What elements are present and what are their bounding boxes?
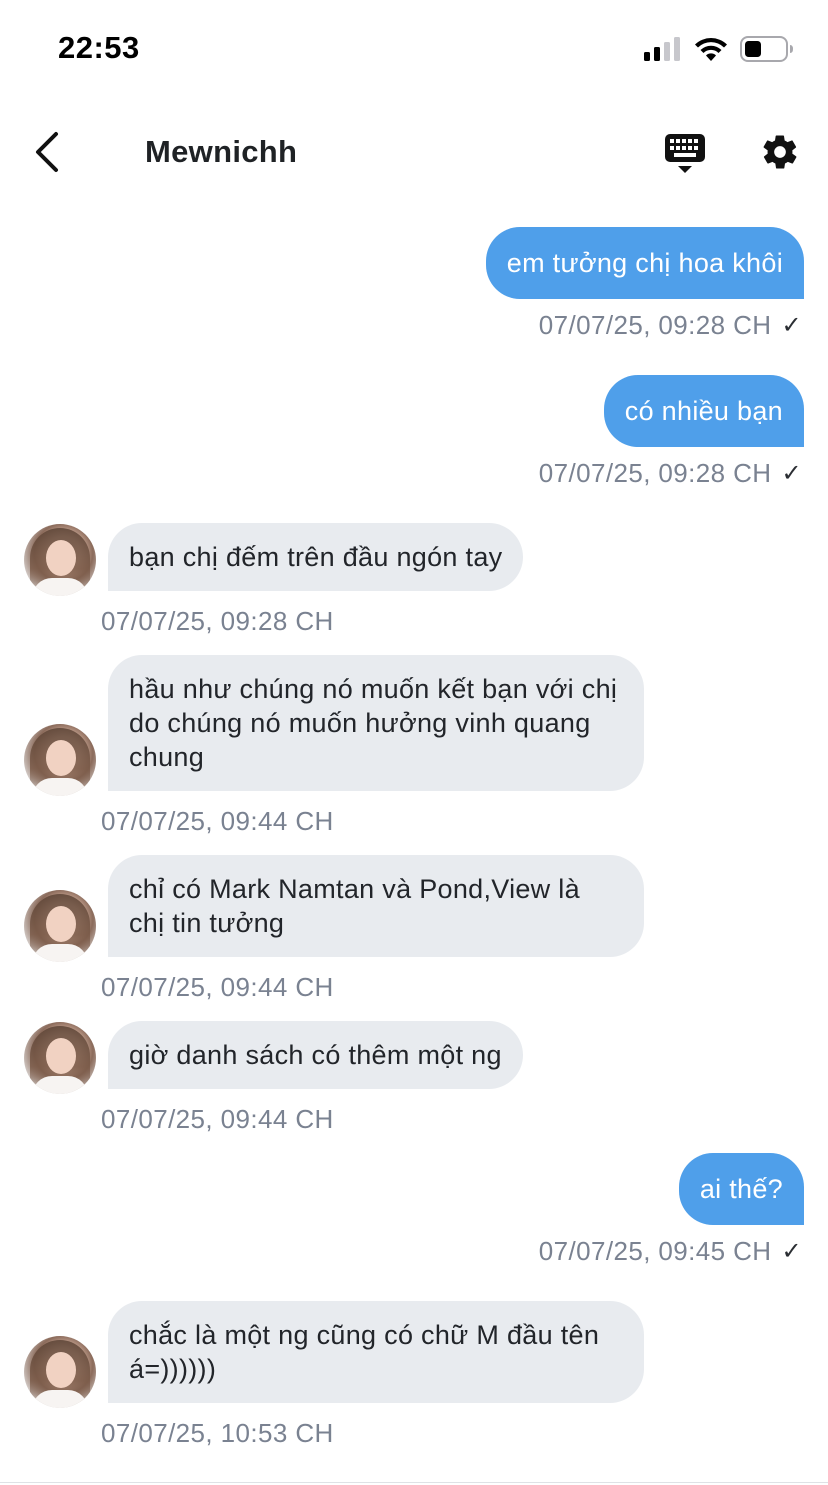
outgoing-message-bubble[interactable]: ai thế? xyxy=(678,1153,804,1225)
chat-header: Mewnichh xyxy=(0,112,828,196)
contact-avatar[interactable] xyxy=(24,1022,96,1094)
message-timestamp: 07/07/25, 10:53 CH xyxy=(101,1418,334,1448)
sent-check-icon: ✓ xyxy=(781,460,802,487)
chevron-left-icon xyxy=(36,132,58,172)
contact-avatar[interactable] xyxy=(24,524,96,596)
status-bar: 22:53 xyxy=(0,0,828,100)
contact-avatar[interactable] xyxy=(24,890,96,962)
contact-name: Mewnichh xyxy=(145,134,298,169)
bottom-divider xyxy=(0,1482,828,1483)
sent-check-icon: ✓ xyxy=(781,312,802,339)
message-timestamp: 07/07/25, 09:28 CH xyxy=(101,606,334,636)
status-time: 22:53 xyxy=(58,30,140,65)
status-icons xyxy=(644,34,794,64)
timestamp-text: 07/07/25, 09:28 CH xyxy=(538,458,772,488)
message-timestamp: 07/07/25, 09:28 CH ✓ xyxy=(539,310,802,341)
signal-icon xyxy=(644,37,680,61)
message-timestamp: 07/07/25, 09:44 CH xyxy=(101,806,334,836)
sent-check-icon: ✓ xyxy=(781,1238,802,1265)
outgoing-message-bubble[interactable]: có nhiều bạn xyxy=(603,375,804,447)
message-timestamp: 07/07/25, 09:45 CH ✓ xyxy=(539,1236,802,1267)
incoming-message-bubble[interactable]: chắc là một ng cũng có chữ M đầu tên á=)… xyxy=(108,1301,644,1403)
settings-button[interactable] xyxy=(756,128,804,176)
message-timestamp: 07/07/25, 09:44 CH xyxy=(101,972,334,1002)
message-timestamp: 07/07/25, 09:28 CH ✓ xyxy=(539,458,802,489)
message-timestamp: 07/07/25, 09:44 CH xyxy=(101,1104,334,1134)
contact-avatar[interactable] xyxy=(24,1336,96,1408)
incoming-message-bubble[interactable]: hầu như chúng nó muốn kết bạn với chị do… xyxy=(108,655,644,791)
keyboard-icon xyxy=(665,134,705,173)
incoming-message-bubble[interactable]: chỉ có Mark Namtan và Pond,View là chị t… xyxy=(108,855,644,957)
timestamp-text: 07/07/25, 09:28 CH xyxy=(538,310,772,340)
battery-icon xyxy=(740,36,793,62)
keyboard-button[interactable] xyxy=(658,130,712,178)
incoming-message-bubble[interactable]: giờ danh sách có thêm một ng xyxy=(108,1021,523,1089)
incoming-message-bubble[interactable]: bạn chị đếm trên đầu ngón tay xyxy=(108,523,524,591)
contact-avatar[interactable] xyxy=(24,724,96,796)
gear-icon xyxy=(763,135,797,169)
timestamp-text: 07/07/25, 09:45 CH xyxy=(538,1236,772,1266)
outgoing-message-bubble[interactable]: em tưởng chị hoa khôi xyxy=(485,227,804,299)
back-button[interactable] xyxy=(24,126,70,178)
wifi-icon xyxy=(695,38,727,61)
